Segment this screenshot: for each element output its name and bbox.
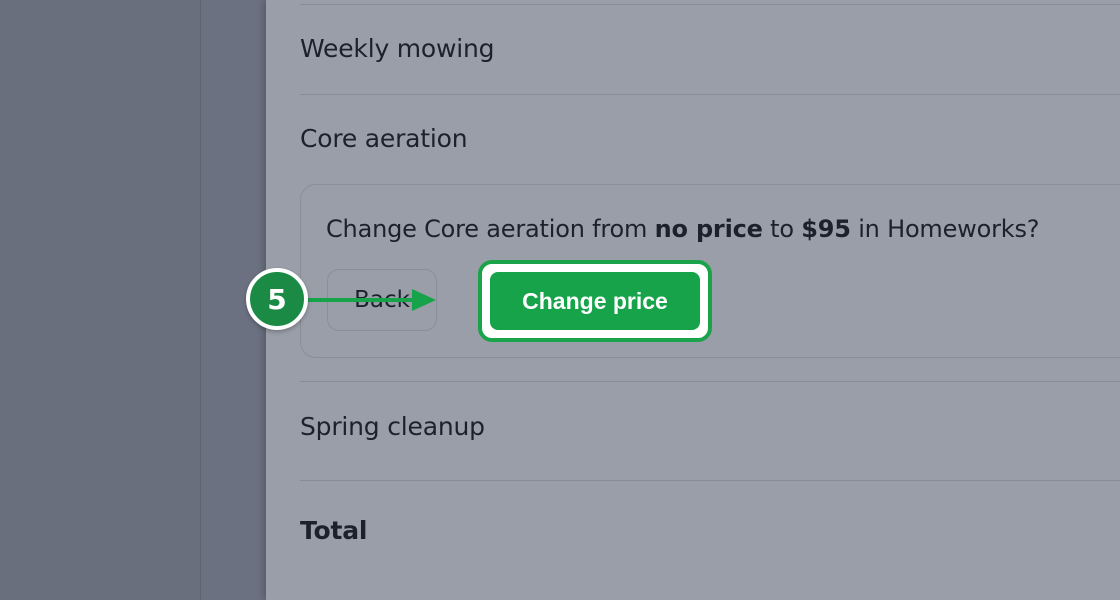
new-price: $95	[801, 215, 851, 243]
service-row-spring-cleanup[interactable]: Spring cleanup	[300, 412, 485, 441]
change-price-highlight: Change price	[478, 260, 712, 342]
divider	[300, 4, 1120, 5]
total-label: Total	[300, 516, 368, 545]
step-arrow-icon	[308, 289, 436, 311]
divider	[300, 381, 1120, 382]
step-badge: 5	[246, 268, 308, 330]
background-strip	[0, 0, 200, 600]
divider	[300, 94, 1120, 95]
change-price-button[interactable]: Change price	[490, 272, 700, 330]
service-row-core-aeration[interactable]: Core aeration	[300, 124, 468, 153]
confirm-price-change-box: Change Core aeration from no price to $9…	[300, 184, 1120, 358]
arrow-head	[412, 289, 436, 311]
service-row-weekly-mowing[interactable]: Weekly mowing	[300, 34, 495, 63]
old-price: no price	[654, 215, 763, 243]
divider	[300, 480, 1120, 481]
divider	[200, 0, 201, 600]
confirm-question: Change Core aeration from no price to $9…	[326, 215, 1040, 243]
